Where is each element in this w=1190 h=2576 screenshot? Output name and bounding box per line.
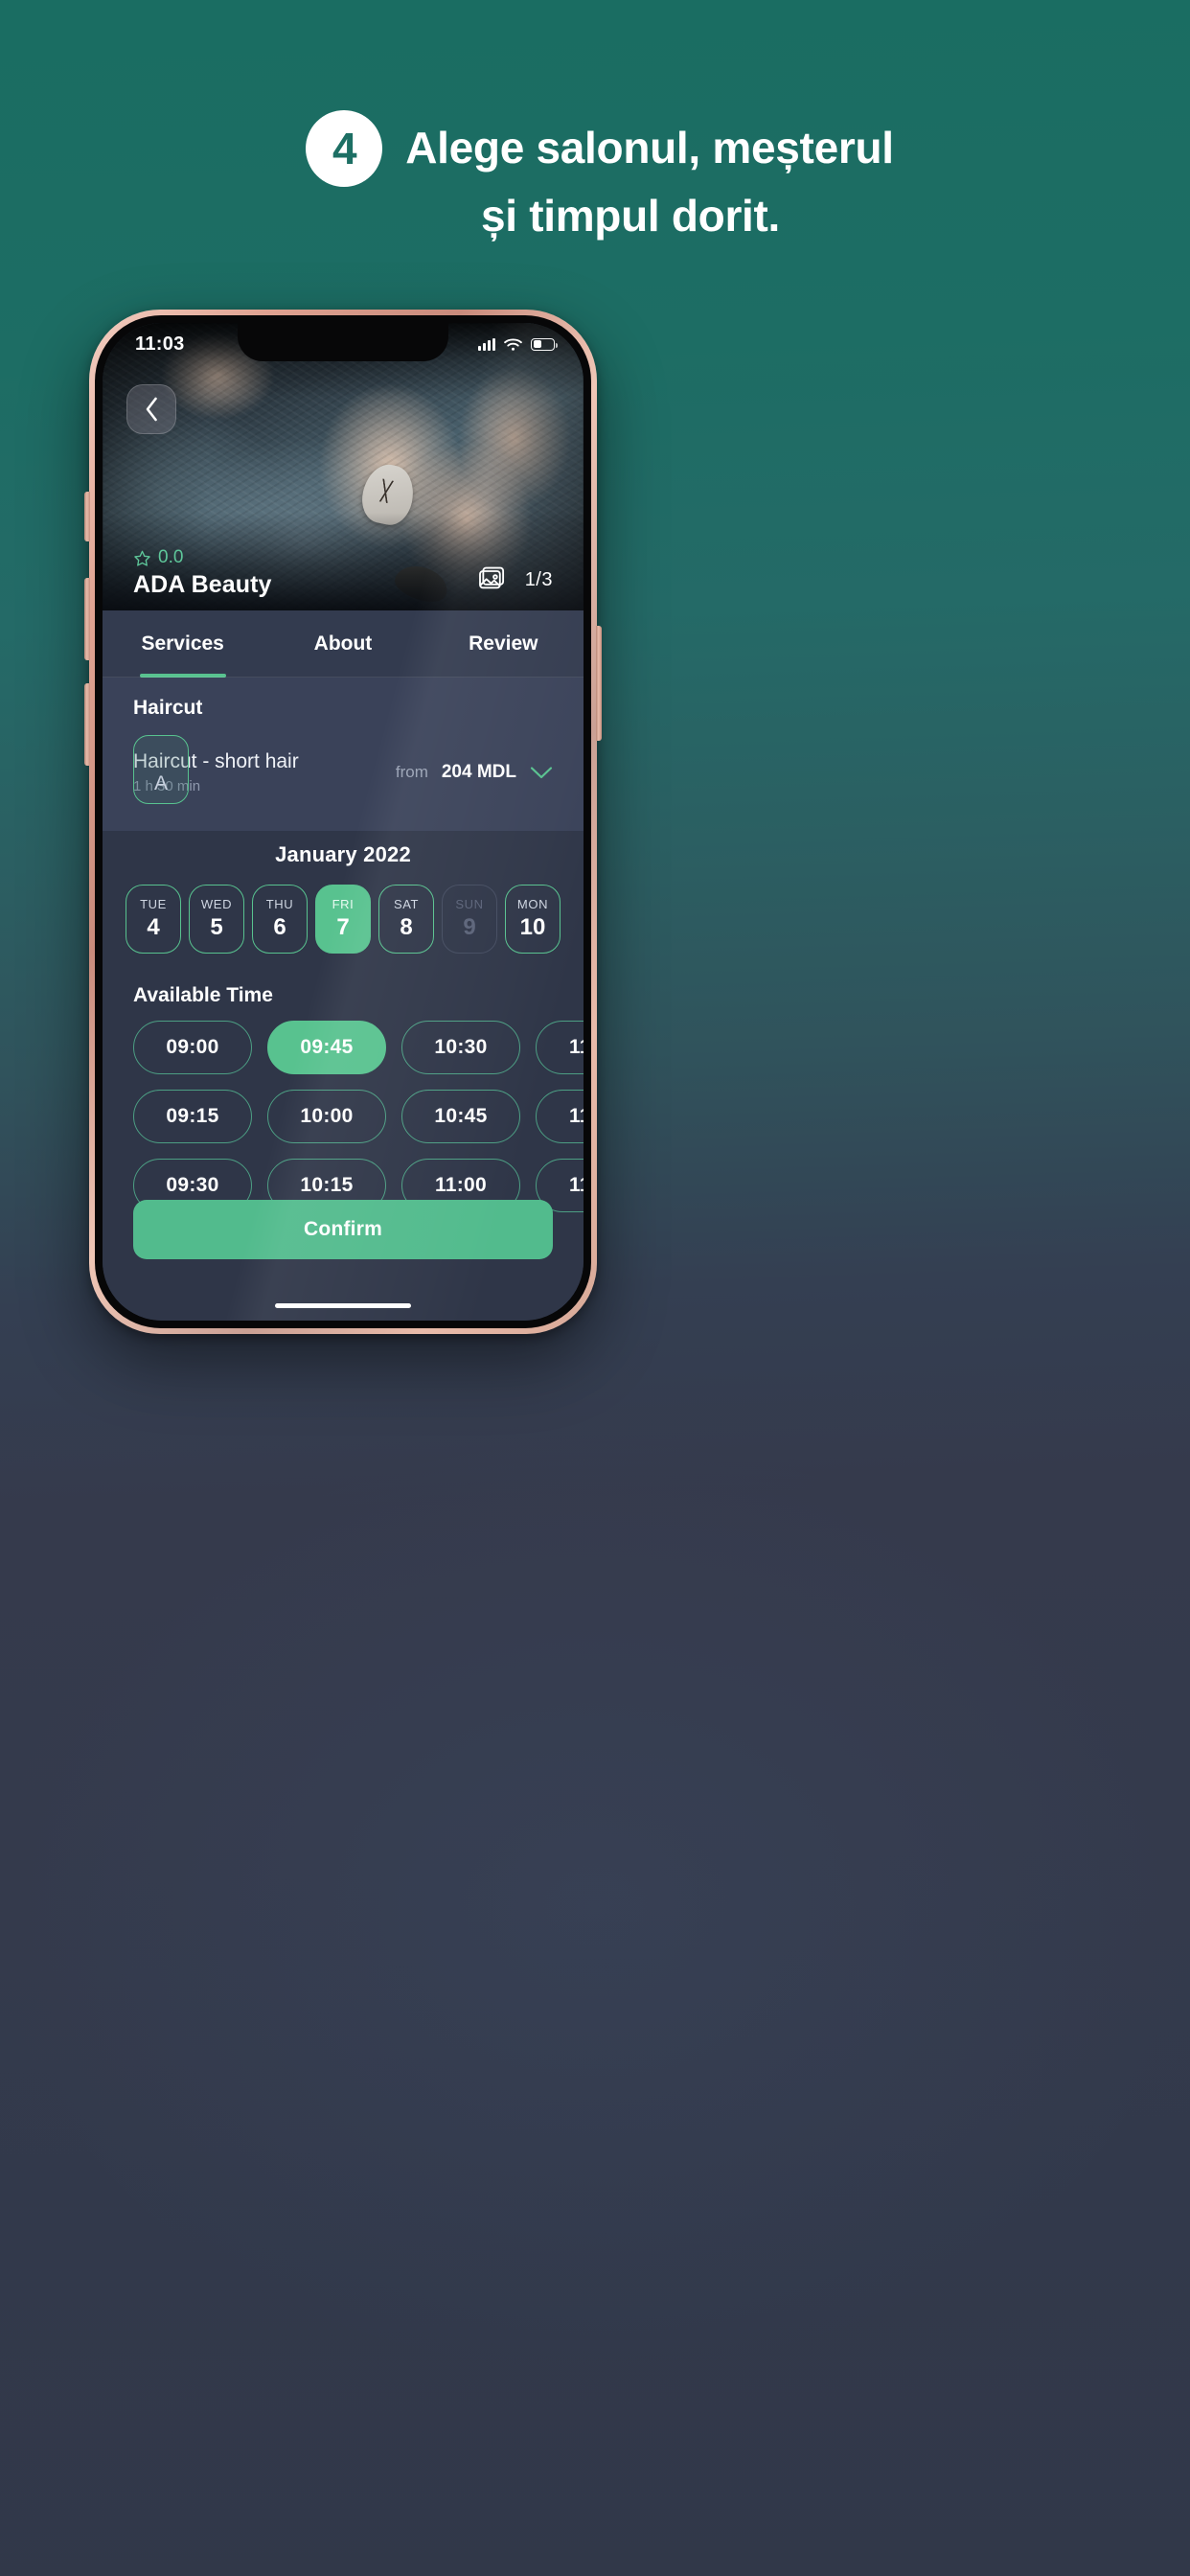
- slot-label: 10:45: [434, 1105, 488, 1127]
- phone-volume-up-button: [84, 578, 90, 660]
- tab-review[interactable]: Review: [423, 610, 584, 678]
- day-num: 6: [273, 914, 286, 940]
- time-slot-grid: 09:00 09:45 10:30 11:15 09:15 10:00 10:4…: [103, 1007, 584, 1212]
- calendar-month-label: January 2022: [275, 842, 411, 866]
- master-selector-chip[interactable]: A: [133, 735, 189, 804]
- phone-screen: 0.0 ADA Beauty 1/3 11:03 Services About …: [103, 323, 584, 1321]
- calendar-day-thu-6[interactable]: THU 6: [252, 885, 308, 954]
- battery-icon: [531, 337, 558, 351]
- phone-mockup: 0.0 ADA Beauty 1/3 11:03 Services About …: [84, 310, 602, 1334]
- day-num: 4: [147, 914, 160, 940]
- step-number-badge: 4: [306, 110, 383, 187]
- service-category-title: Haircut: [133, 697, 203, 719]
- time-slot-1030[interactable]: 10:30: [401, 1021, 520, 1074]
- chevron-left-icon[interactable]: [144, 396, 160, 423]
- day-num: 9: [463, 914, 476, 940]
- service-price-value: 204 MDL: [441, 762, 516, 782]
- headline-line-2: și timpul dorit.: [480, 191, 781, 241]
- booking-sheet: A January 2022 TUE 4 WED 5 THU 6 FRI 7 S…: [103, 323, 584, 1321]
- time-slot-1000[interactable]: 10:00: [267, 1090, 386, 1143]
- slot-label: 11:00: [434, 1174, 488, 1196]
- home-indicator: [275, 1303, 411, 1308]
- salon-tabs: Services About Review: [103, 610, 584, 678]
- chevron-down-icon[interactable]: [530, 766, 553, 780]
- time-slot-0945-selected[interactable]: 09:45: [267, 1021, 386, 1074]
- salon-hero-image: 0.0 ADA Beauty 1/3: [103, 323, 584, 610]
- tab-services[interactable]: Services: [103, 610, 263, 678]
- promo-headline: 4 Alege salonul, meșterul și timpul dori…: [0, 110, 1190, 242]
- time-slot-0915[interactable]: 09:15: [133, 1090, 252, 1143]
- time-slot-1130[interactable]: 11:30: [536, 1090, 584, 1143]
- service-price-prefix: from: [395, 763, 428, 781]
- star-outline-icon: [134, 550, 150, 566]
- salon-name: ADA Beauty: [133, 571, 272, 598]
- time-slot-row: 09:15 10:00 10:45 11:30: [133, 1090, 584, 1143]
- day-dow: FRI: [332, 897, 355, 911]
- slot-label: 10:15: [300, 1174, 354, 1196]
- day-dow: SAT: [393, 897, 420, 911]
- confirm-button-label: Confirm: [304, 1218, 382, 1240]
- tab-review-label: Review: [469, 632, 538, 655]
- tab-about-label: About: [313, 632, 373, 655]
- day-dow: THU: [265, 897, 294, 911]
- status-icons: [478, 337, 558, 352]
- calendar-day-mon-10[interactable]: MON 10: [505, 885, 561, 954]
- salon-rating: 0.0: [133, 547, 272, 568]
- time-slot-1115[interactable]: 11:15: [536, 1021, 584, 1074]
- phone-mute-switch: [84, 492, 90, 541]
- available-time-title: Available Time: [133, 984, 273, 1006]
- master-initial: A: [153, 772, 168, 794]
- day-dow: WED: [200, 897, 233, 911]
- day-num: 8: [400, 914, 413, 940]
- day-num: 10: [519, 914, 546, 940]
- calendar-day-sun-9-disabled: SUN 9: [442, 885, 497, 954]
- time-slot-0900[interactable]: 09:00: [133, 1021, 252, 1074]
- calendar-day-fri-7-selected[interactable]: FRI 7: [315, 885, 371, 954]
- calendar-day-strip: TUE 4 WED 5 THU 6 FRI 7 SAT 8 SUN 9 MON …: [103, 867, 584, 954]
- slot-label: 10:00: [300, 1105, 354, 1127]
- service-price-group[interactable]: from 204 MDL: [396, 762, 553, 783]
- day-dow: SUN: [455, 897, 484, 911]
- service-row[interactable]: Haircut - short hair 1 h 30 min from 204…: [133, 750, 553, 794]
- phone-bezel: 0.0 ADA Beauty 1/3 11:03 Services About …: [95, 315, 591, 1328]
- slot-label: 09:00: [166, 1036, 219, 1058]
- slot-label: 09:45: [300, 1036, 354, 1058]
- slot-label: 09:30: [166, 1174, 219, 1196]
- calendar-day-wed-5[interactable]: WED 5: [189, 885, 244, 954]
- confirm-button[interactable]: Confirm: [133, 1200, 553, 1259]
- slot-label: 11:15: [568, 1036, 584, 1058]
- time-slot-row: 09:00 09:45 10:30 11:15: [133, 1021, 584, 1074]
- gallery-control[interactable]: 1/3: [477, 566, 553, 593]
- slot-label: 09:15: [166, 1105, 219, 1127]
- cellular-signal-icon: [478, 337, 495, 351]
- status-time: 11:03: [135, 333, 185, 355]
- day-num: 5: [210, 914, 223, 940]
- gallery-count: 1/3: [524, 568, 553, 590]
- calendar-day-sat-8[interactable]: SAT 8: [378, 885, 434, 954]
- gallery-icon[interactable]: [477, 566, 506, 593]
- slot-label: 11:30: [568, 1105, 584, 1127]
- tab-about[interactable]: About: [263, 610, 423, 678]
- slot-label: 11:45: [568, 1174, 584, 1196]
- day-dow: TUE: [140, 897, 167, 911]
- phone-volume-down-button: [84, 683, 90, 766]
- day-dow: MON: [516, 897, 549, 911]
- back-button[interactable]: [126, 384, 176, 434]
- calendar-day-tue-4[interactable]: TUE 4: [126, 885, 181, 954]
- slot-label: 10:30: [434, 1036, 488, 1058]
- wifi-icon: [504, 338, 522, 351]
- phone-power-button: [596, 626, 602, 741]
- salon-rating-value: 0.0: [158, 547, 184, 567]
- tab-services-label: Services: [141, 632, 224, 655]
- day-num: 7: [336, 914, 350, 940]
- headline-line-1: Alege salonul, meșterul: [405, 123, 894, 173]
- status-bar: 11:03: [103, 323, 584, 365]
- time-slot-1045[interactable]: 10:45: [401, 1090, 520, 1143]
- salon-info-overlay: 0.0 ADA Beauty 1/3: [103, 522, 584, 610]
